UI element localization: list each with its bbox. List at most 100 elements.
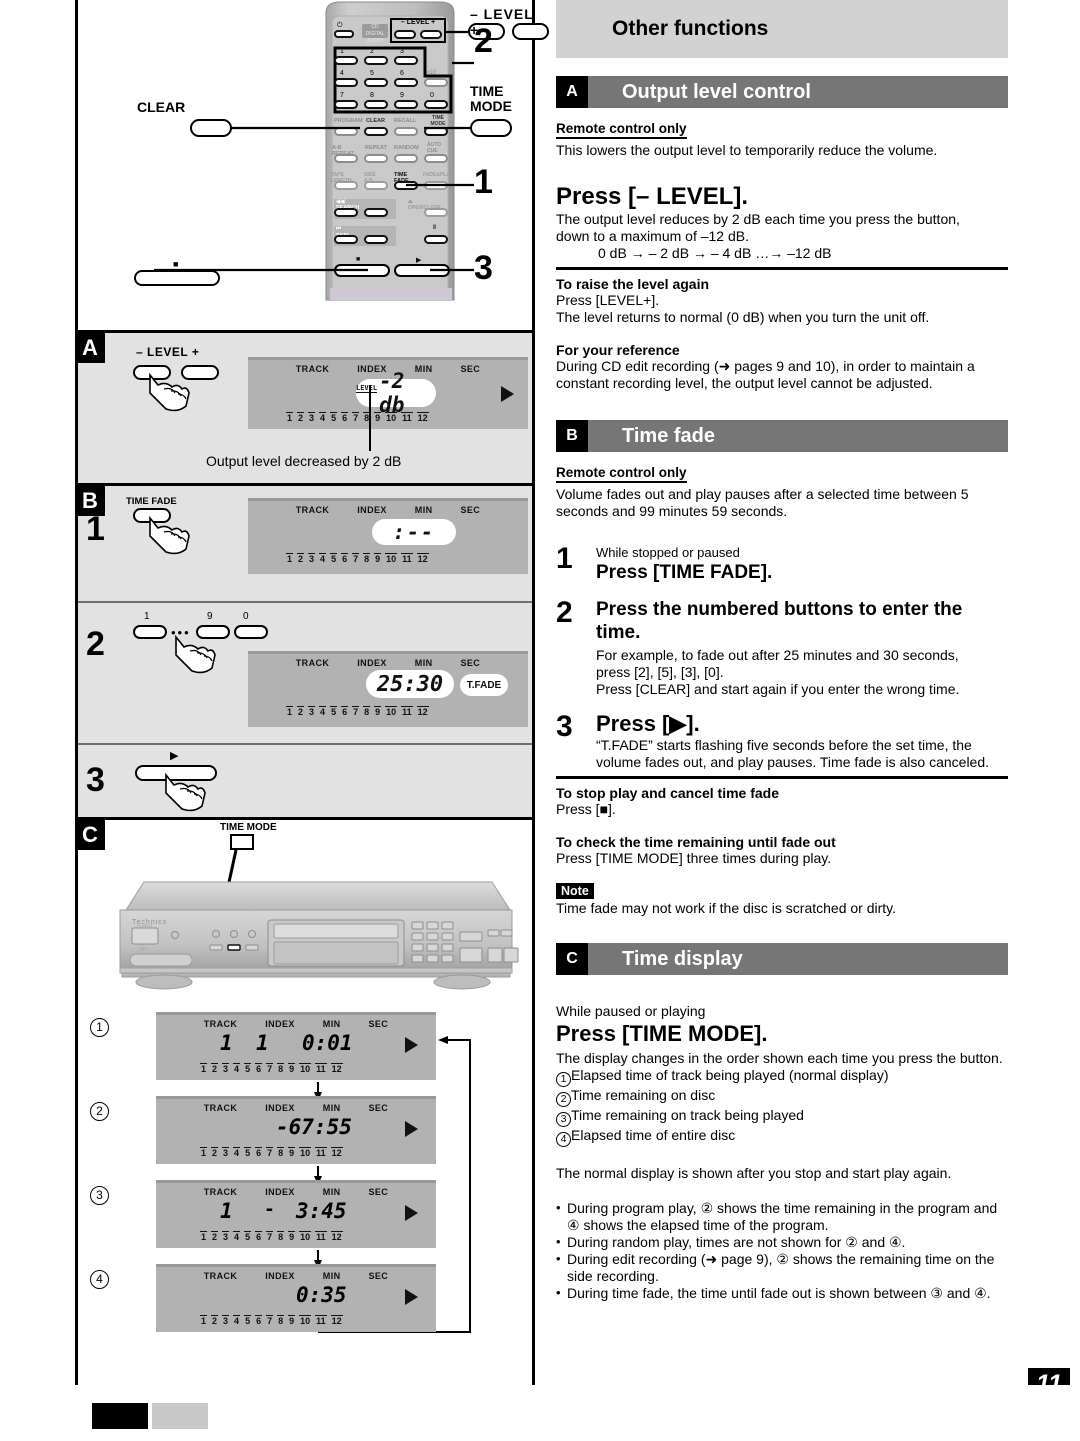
section-c-body: While paused or playing Press [TIME MODE… [556,1003,1008,1302]
tn-7: 7 [352,706,360,717]
key-1[interactable] [334,56,358,65]
b-step-3-heading: Press [▶]. [596,711,700,736]
tn-6: 6 [255,1231,263,1242]
hdr-min: MIN [322,1271,341,1281]
tn-8: 8 [277,1315,285,1326]
hdr-sec: SEC [460,505,481,515]
hdr-sec: SEC [460,364,481,374]
tn-5: 5 [244,1063,252,1074]
tn-1: 1 [286,553,294,564]
tn-1: 1 [200,1315,208,1326]
hdr-min: MIN [322,1187,341,1197]
tn-9: 9 [288,1147,296,1158]
key-6[interactable] [394,78,418,87]
power-button[interactable] [334,30,354,38]
key-time-fade[interactable] [394,181,418,190]
callout-time-mode-button [470,119,512,137]
key-time-mode[interactable] [424,127,448,136]
tn-8: 8 [363,706,371,717]
hdr-sec: SEC [368,1271,389,1281]
tn-11: 11 [315,1147,327,1158]
key-stop[interactable] [334,264,390,277]
key-label-1: 1 [340,48,344,55]
key-recall[interactable] [394,127,418,136]
tn-10: 10 [299,1231,312,1242]
key-over10[interactable] [424,78,448,87]
tn-2: 2 [211,1231,219,1242]
tn-5: 5 [244,1147,252,1158]
level-plus-button[interactable] [420,30,442,39]
a-level-chain: 0 dB → – 2 dB → – 4 dB …→ –12 dB [598,245,832,261]
key-8[interactable] [364,100,388,109]
key-label-fade-play: FADE&PLAY [423,172,453,178]
b-check-body: Press [TIME MODE] three times during pla… [556,850,832,866]
key-repeat[interactable] [364,154,388,163]
key-ab-repeat[interactable] [334,154,358,163]
figure-b-step2-value: 25:30 [366,670,454,698]
tn-10: 10 [385,553,398,564]
hdr-track: TRACK [295,505,330,515]
strip-swatch-black [92,1403,148,1429]
tn-1: 1 [286,706,294,717]
c-order-num-2: 2 [556,1092,571,1107]
b-step-1-condition: While stopped or paused [596,545,740,560]
key-clear[interactable] [364,127,388,136]
tn-7: 7 [352,553,360,564]
key-label-0: 0 [430,92,434,99]
b-remote-only-heading: Remote control only [556,465,687,483]
key-3[interactable] [394,56,418,65]
key-skip-back[interactable] [334,235,358,244]
manual-page: ⏻ CD DIGITAL AUDIO – LEVEL + 1 2 3 4 5 6… [0,0,1080,1441]
section-a-body: Remote control only This lowers the outp… [556,120,1008,392]
key-4[interactable] [334,78,358,87]
key-search-back[interactable] [334,208,358,217]
tn-1: 1 [200,1063,208,1074]
key-7[interactable] [334,100,358,109]
key-0[interactable] [424,100,448,109]
bottom-color-strip [0,1385,1080,1441]
level-plus-label: + [431,19,436,26]
figure-b-step1-display: TRACK INDEX MIN SEC :-- 1 2 3 4 5 6 7 8 … [248,498,528,574]
key-program[interactable] [334,127,358,136]
key-tape-length[interactable] [334,181,358,190]
key-fade-play[interactable] [424,181,448,190]
cd-player-illustration: Technics POWER OFF [119,881,519,990]
key-side-ab[interactable] [364,181,388,190]
figure-a-track-numbers: 1 2 3 4 5 6 7 8 9 10 11 12 [286,412,429,424]
seq-display-1: TRACK INDEX MIN SEC 1 1 0:01 1 2 3 4 5 6… [156,1012,436,1080]
figure-b-key-0-label: 0 [243,611,249,622]
seq3-headers: TRACK INDEX MIN SEC [156,1187,436,1197]
figure-b-step3-number: 3 [86,761,105,799]
tn-5: 5 [330,553,338,564]
seq-display-4: TRACK INDEX MIN SEC 0:35 1 2 3 4 5 6 7 8… [156,1264,436,1332]
key-play[interactable] [394,264,450,277]
section-a-title: Output level control [622,80,811,103]
right-text-column: Other functions A Output level control R… [556,0,1008,1302]
key-random[interactable] [394,154,418,163]
level-minus-button[interactable] [394,30,416,39]
note-badge: Note [556,883,594,899]
key-skip-fwd[interactable] [364,235,388,244]
fig-a-minus: – [136,345,144,359]
seq1-track: 1 [220,1031,233,1055]
key-5[interactable] [364,78,388,87]
figure-b-key-9-label: 9 [207,611,213,622]
key-auto-cue[interactable] [424,154,448,163]
b-intro-1: Volume fades out and play pauses after a… [556,486,969,502]
key-search-fwd[interactable] [364,208,388,217]
tn-5: 5 [330,706,338,717]
tn-6: 6 [255,1063,263,1074]
callout-step-3: 3 [474,249,493,287]
key-9[interactable] [394,100,418,109]
b-step-3-number: 3 [556,710,573,743]
remote-control-figure: ⏻ CD DIGITAL AUDIO – LEVEL + 1 2 3 4 5 6… [78,0,549,330]
key-2[interactable] [364,56,388,65]
tn-10: 10 [299,1063,312,1074]
key-open-close[interactable] [424,208,448,217]
level-minus-label: – [400,19,405,26]
figure-b-step2-panel: 2 1 ••• 9 0 TRACK INDEX MIN SEC 25:30 T.… [78,603,532,743]
tn-4: 4 [233,1147,241,1158]
key-pause[interactable] [424,235,448,244]
c-order-text-2: Time remaining on disc [571,1087,716,1103]
key-label-random: RANDOM [394,145,419,151]
